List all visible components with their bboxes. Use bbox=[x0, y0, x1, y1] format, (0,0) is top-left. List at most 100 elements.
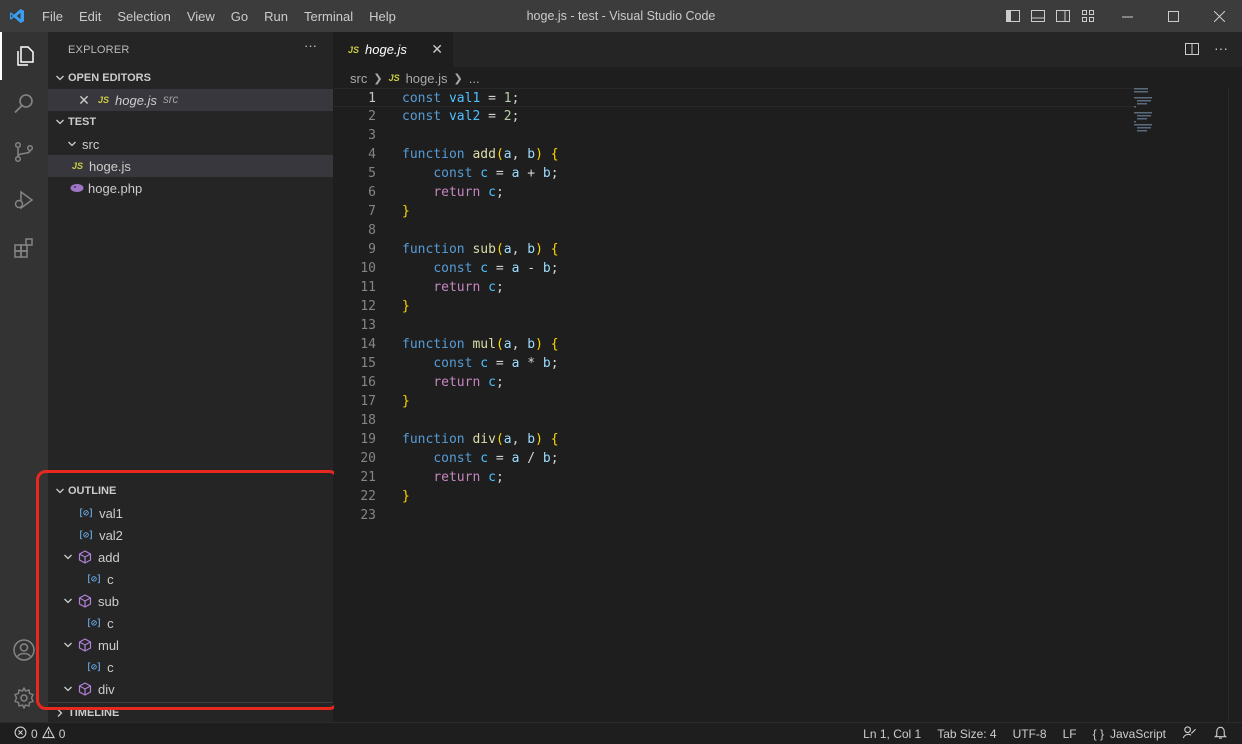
code-text: const c = a / b; bbox=[433, 451, 559, 466]
breadcrumb-item[interactable]: src bbox=[350, 71, 367, 86]
minimize-icon[interactable] bbox=[1104, 0, 1150, 32]
breadcrumb-item[interactable]: hoge.js bbox=[406, 71, 448, 86]
problems-indicator[interactable]: 0 0 bbox=[0, 725, 65, 742]
split-editor-icon[interactable] bbox=[1184, 41, 1200, 60]
run-debug-icon[interactable] bbox=[0, 176, 48, 224]
toggle-panel-icon[interactable] bbox=[1029, 8, 1046, 25]
line-number: 15 bbox=[360, 356, 376, 371]
code-text: } bbox=[402, 489, 410, 504]
js-file-icon: JS bbox=[388, 73, 400, 83]
window-controls bbox=[1104, 0, 1242, 32]
more-actions-icon[interactable]: ··· bbox=[1214, 41, 1228, 60]
encoding[interactable]: UTF-8 bbox=[1013, 727, 1047, 741]
php-file-icon bbox=[70, 183, 84, 193]
outline-item-label: c bbox=[107, 571, 114, 587]
customize-layout-icon[interactable] bbox=[1079, 8, 1096, 25]
outline-item-variable[interactable]: [⊘] c bbox=[48, 612, 333, 634]
tab-bar: JS hoge.js ✕ ··· bbox=[334, 32, 1242, 67]
maximize-icon[interactable] bbox=[1150, 0, 1196, 32]
breadcrumb-item[interactable]: ... bbox=[469, 71, 480, 86]
code-text: const val2 = 2; bbox=[402, 109, 520, 124]
outline-item-variable[interactable]: [⊘] val2 bbox=[48, 524, 333, 546]
language-mode[interactable]: { } JavaScript bbox=[1093, 727, 1166, 741]
open-editors-header[interactable]: OPEN EDITORS bbox=[48, 67, 333, 89]
workspace-label: TEST bbox=[68, 116, 97, 128]
timeline-header[interactable]: TIMELINE bbox=[48, 702, 333, 722]
code-text: const c = a * b; bbox=[433, 356, 559, 371]
menu-help[interactable]: Help bbox=[361, 9, 404, 24]
close-tab-icon[interactable]: ✕ bbox=[431, 41, 443, 58]
close-editor-icon[interactable]: ✕ bbox=[70, 92, 98, 109]
file-label: hoge.js bbox=[89, 158, 131, 174]
source-control-icon[interactable] bbox=[0, 128, 48, 176]
vertical-scrollbar[interactable] bbox=[1228, 88, 1242, 722]
chevron-right-icon: ❯ bbox=[453, 72, 463, 85]
code-text: } bbox=[402, 299, 410, 314]
vscode-logo-icon bbox=[0, 0, 34, 32]
extensions-icon[interactable] bbox=[0, 224, 48, 272]
code-text: return c; bbox=[433, 470, 504, 485]
search-icon[interactable] bbox=[0, 80, 48, 128]
js-file-icon: JS bbox=[348, 44, 360, 55]
account-icon[interactable] bbox=[0, 626, 48, 674]
tab-size[interactable]: Tab Size: 4 bbox=[937, 727, 996, 741]
open-editor-desc: src bbox=[162, 94, 179, 106]
warning-icon bbox=[41, 725, 55, 742]
menu-file[interactable]: File bbox=[34, 9, 71, 24]
outline-item-function[interactable]: add bbox=[48, 546, 333, 568]
toggle-secondary-sidebar-icon[interactable] bbox=[1054, 8, 1071, 25]
file-hoge-js[interactable]: JS hoge.js bbox=[48, 155, 333, 177]
code-line: 8 bbox=[334, 221, 1134, 240]
folder-src[interactable]: src bbox=[48, 133, 333, 155]
line-number: 19 bbox=[360, 432, 376, 447]
menu-go[interactable]: Go bbox=[223, 9, 256, 24]
chevron-down-icon bbox=[60, 640, 76, 650]
outline-item-function[interactable]: mul bbox=[48, 634, 333, 656]
explorer-icon[interactable] bbox=[0, 32, 48, 80]
outline-item-variable[interactable]: [⊘] c bbox=[48, 656, 333, 678]
code-text: function mul(a, b) { bbox=[402, 337, 559, 352]
outline-item-function[interactable]: div bbox=[48, 678, 333, 700]
more-actions-icon[interactable]: ··· bbox=[304, 38, 317, 53]
line-number: 5 bbox=[368, 166, 376, 181]
tab-hoge-js[interactable]: JS hoge.js ✕ bbox=[334, 32, 453, 67]
cursor-position[interactable]: Ln 1, Col 1 bbox=[863, 727, 921, 741]
open-editor-name: hoge.js bbox=[115, 92, 157, 108]
folder-label: src bbox=[82, 136, 100, 152]
end-of-line[interactable]: LF bbox=[1063, 727, 1077, 741]
menu-selection[interactable]: Selection bbox=[109, 9, 178, 24]
code-line: 2 const val2 = 2; bbox=[334, 107, 1134, 126]
menu-edit[interactable]: Edit bbox=[71, 9, 109, 24]
line-number: 10 bbox=[360, 261, 376, 276]
gear-icon[interactable] bbox=[0, 674, 48, 722]
code-text: const c = a - b; bbox=[433, 261, 559, 276]
code-text: function sub(a, b) { bbox=[402, 242, 559, 257]
minimap[interactable] bbox=[1134, 88, 1164, 138]
menu-view[interactable]: View bbox=[179, 9, 223, 24]
open-editor-item[interactable]: ✕ JS hoge.js src bbox=[48, 89, 333, 111]
code-text: const val1 = 1; bbox=[402, 91, 520, 106]
outline-item-variable[interactable]: [⊘] val1 bbox=[48, 502, 333, 524]
toggle-primary-sidebar-icon[interactable] bbox=[1004, 8, 1021, 25]
outline-item-label: add bbox=[98, 549, 120, 565]
close-window-icon[interactable] bbox=[1196, 0, 1242, 32]
file-hoge-php[interactable]: hoge.php bbox=[48, 177, 333, 199]
chevron-down-icon bbox=[52, 486, 68, 496]
code-editor[interactable]: 1 const val1 = 1; 2 const val2 = 2; 3 4 fun… bbox=[334, 88, 1134, 525]
code-line: 5 const c = a + b; bbox=[334, 164, 1134, 183]
feedback-icon[interactable] bbox=[1182, 725, 1197, 743]
outline-header[interactable]: OUTLINE bbox=[48, 480, 333, 502]
js-file-icon: JS bbox=[98, 95, 110, 105]
outline-item-label: sub bbox=[98, 593, 119, 609]
menu-terminal[interactable]: Terminal bbox=[296, 9, 361, 24]
workspace-header[interactable]: TEST bbox=[48, 111, 333, 133]
menu-run[interactable]: Run bbox=[256, 9, 296, 24]
tab-label: hoge.js bbox=[365, 42, 407, 57]
notifications-icon[interactable] bbox=[1213, 725, 1228, 743]
chevron-right-icon bbox=[52, 708, 68, 718]
outline-item-function[interactable]: sub bbox=[48, 590, 333, 612]
code-line: 21 return c; bbox=[334, 468, 1134, 487]
code-line: 17} bbox=[334, 392, 1134, 411]
outline-item-variable[interactable]: [⊘] c bbox=[48, 568, 333, 590]
code-text: return c; bbox=[433, 185, 504, 200]
